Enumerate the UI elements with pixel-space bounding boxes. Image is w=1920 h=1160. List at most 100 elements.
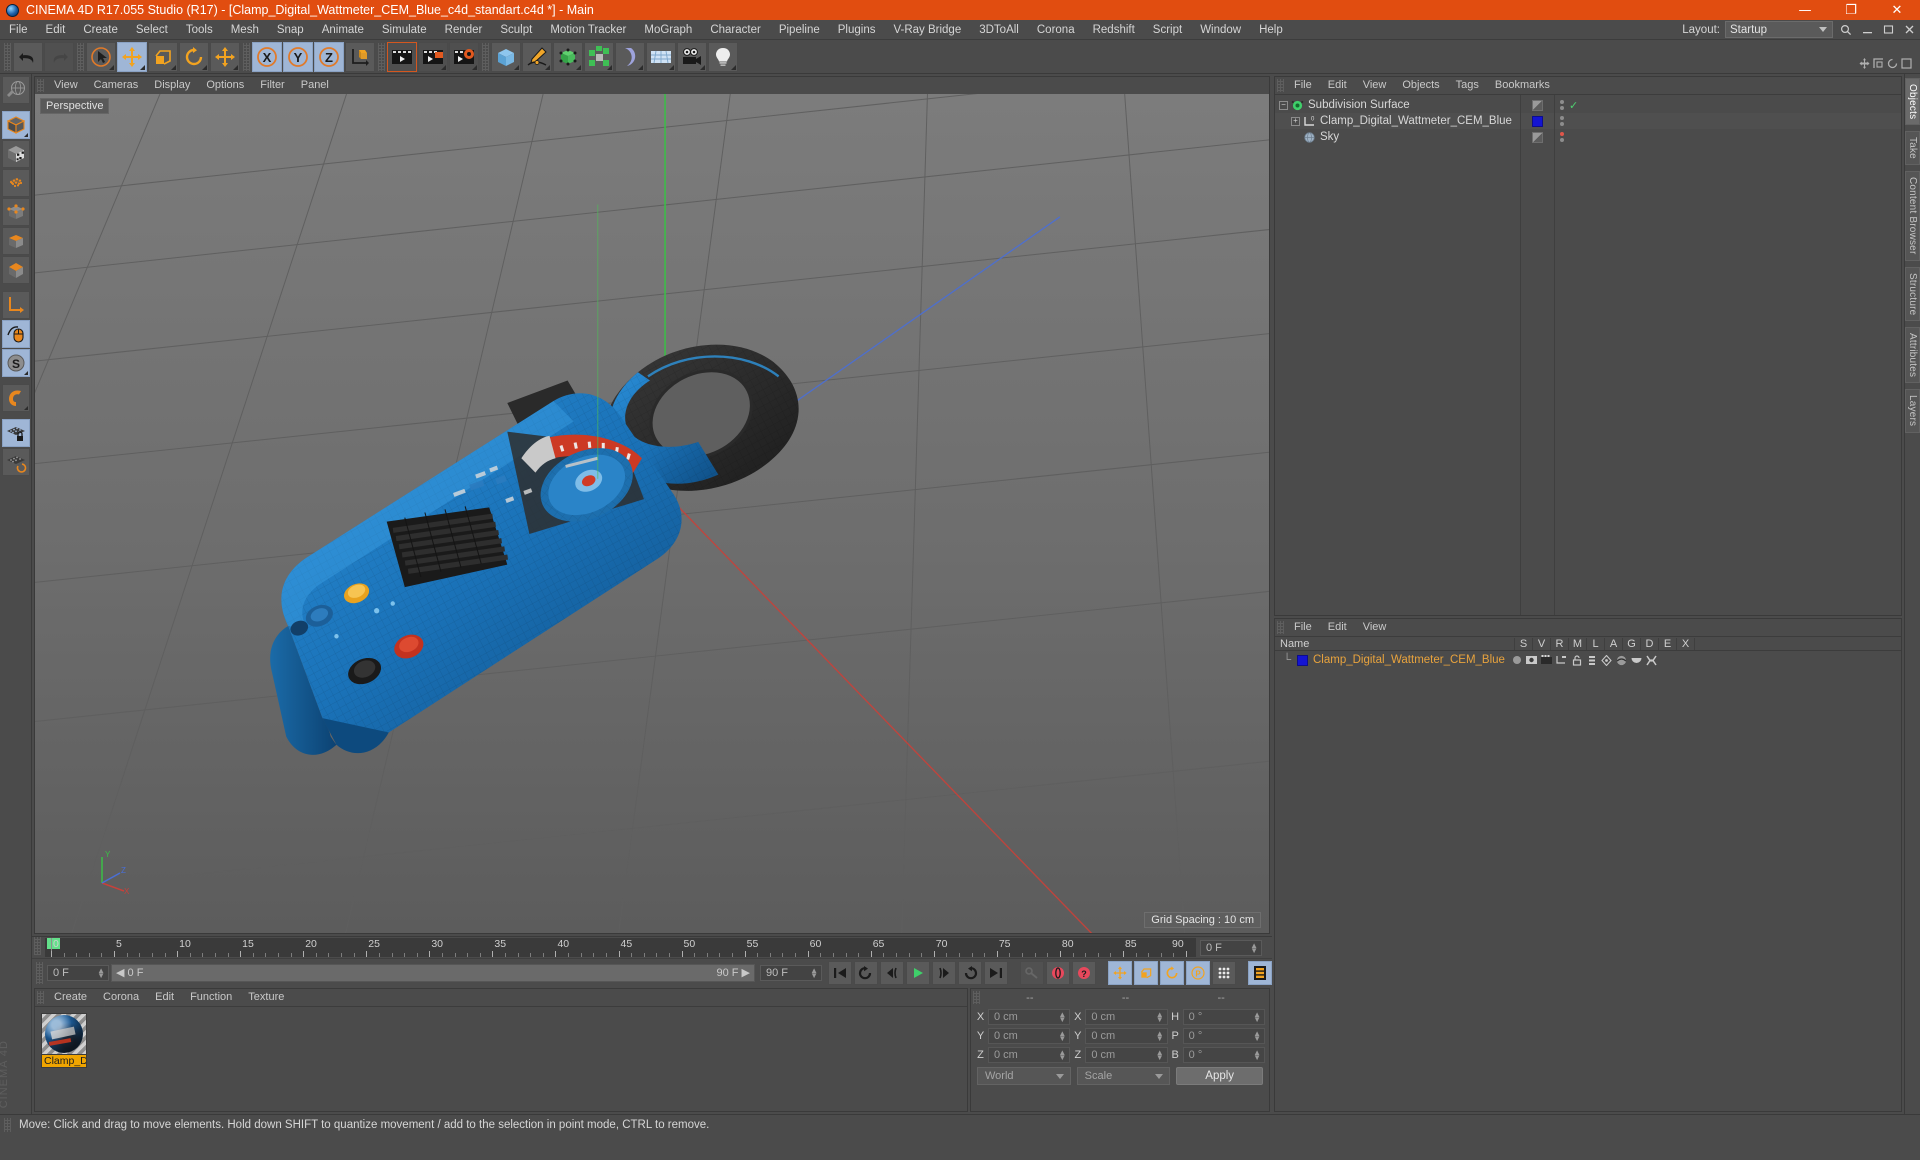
- spinner-icon[interactable]: ▲▼: [1253, 1031, 1261, 1041]
- attribute-menu-view[interactable]: View: [1355, 619, 1395, 636]
- display-tag-icon[interactable]: [1526, 654, 1538, 666]
- tab-layers[interactable]: Layers: [1905, 389, 1920, 432]
- coord-pos-x-field[interactable]: 0 cm▲▼: [988, 1009, 1070, 1025]
- material-menu-corona[interactable]: Corona: [95, 989, 147, 1006]
- material-item[interactable]: Clamp_D: [41, 1013, 87, 1111]
- points-mode-button[interactable]: [2, 169, 30, 197]
- attribute-row[interactable]: └ Clamp_Digital_Wattmeter_CEM_Blue: [1275, 652, 1901, 668]
- object-axis-mode-button[interactable]: [2, 256, 30, 284]
- object-tag-row-1[interactable]: [1521, 97, 1554, 113]
- object-tag-row-2[interactable]: [1521, 113, 1554, 129]
- tool-options-corner[interactable]: [24, 406, 28, 410]
- menu-item-animate[interactable]: Animate: [313, 20, 373, 40]
- tab-take[interactable]: Take: [1905, 131, 1920, 165]
- tool-options-corner[interactable]: [607, 65, 612, 70]
- col-header-r[interactable]: R: [1551, 638, 1569, 650]
- tool-options-corner[interactable]: [171, 65, 176, 70]
- window-minimize-icon[interactable]: [1859, 22, 1875, 38]
- workplane-button[interactable]: [2, 448, 30, 476]
- material-tag-icon[interactable]: [1532, 116, 1543, 127]
- col-header-g[interactable]: G: [1623, 638, 1641, 650]
- tool-options-corner[interactable]: [669, 65, 674, 70]
- menu-item-plugins[interactable]: Plugins: [829, 20, 885, 40]
- record-scale-button[interactable]: [1134, 961, 1158, 985]
- render-settings-button[interactable]: [449, 42, 479, 72]
- window-close-icon[interactable]: [1901, 22, 1917, 38]
- live-selection-tool[interactable]: [86, 42, 116, 72]
- viewport-rotate-icon[interactable]: [1887, 58, 1898, 69]
- enabled-check-icon[interactable]: ✓: [1569, 99, 1578, 112]
- spinner-icon[interactable]: ▲▼: [810, 968, 818, 978]
- timeline-grip[interactable]: [34, 937, 41, 955]
- spinner-icon[interactable]: ▲▼: [1058, 1031, 1066, 1041]
- rotate-tool[interactable]: [179, 42, 209, 72]
- make-editable-button[interactable]: [2, 76, 30, 104]
- menu-item-script[interactable]: Script: [1144, 20, 1191, 40]
- list-icon[interactable]: [1586, 654, 1598, 666]
- viewport-menu-view[interactable]: View: [46, 77, 86, 94]
- material-sphere-preview[interactable]: [41, 1013, 87, 1055]
- timeline-toggle-button[interactable]: [1248, 961, 1272, 985]
- material-menu-grip[interactable]: [37, 991, 44, 1004]
- menu-item-mograph[interactable]: MoGraph: [635, 20, 701, 40]
- xpresso-icon[interactable]: [1646, 654, 1658, 666]
- lock-y-axis-button[interactable]: Y: [283, 42, 313, 72]
- record-position-button[interactable]: [1108, 961, 1132, 985]
- spinner-icon[interactable]: ▲▼: [1253, 1050, 1261, 1060]
- coord-rot-b-field[interactable]: 0 °▲▼: [1183, 1047, 1265, 1063]
- redo-button[interactable]: [44, 42, 74, 72]
- attribute-menu-file[interactable]: File: [1286, 619, 1320, 636]
- record-active-objects-button[interactable]: [1046, 961, 1070, 985]
- add-cube-button[interactable]: [491, 42, 521, 72]
- toolbar-grip[interactable]: [4, 43, 11, 71]
- visibility-dots[interactable]: [1555, 116, 1569, 126]
- menu-item-render[interactable]: Render: [436, 20, 492, 40]
- toolbar-grip-5[interactable]: [482, 43, 489, 71]
- object-menu-grip[interactable]: [1277, 79, 1284, 92]
- col-header-d[interactable]: D: [1641, 638, 1659, 650]
- tool-options-corner[interactable]: [731, 65, 736, 70]
- tab-structure[interactable]: Structure: [1905, 267, 1920, 321]
- texture-mode-button[interactable]: [2, 140, 30, 168]
- dot-grey-icon[interactable]: [1511, 654, 1523, 666]
- menu-item-pipeline[interactable]: Pipeline: [770, 20, 829, 40]
- object-row-clamp-digital-wattmeter[interactable]: + 0 Clamp_Digital_Wattmeter_CEM_Blue: [1275, 113, 1520, 129]
- undo-button[interactable]: [13, 42, 43, 72]
- menu-item-motion-tracker[interactable]: Motion Tracker: [541, 20, 635, 40]
- col-header-m[interactable]: M: [1569, 638, 1587, 650]
- coordinates-grip[interactable]: [973, 991, 980, 1004]
- material-menu-function[interactable]: Function: [182, 989, 240, 1006]
- transport-grip[interactable]: [36, 962, 43, 984]
- next-key-button[interactable]: [958, 961, 982, 985]
- render-to-picture-viewer-button[interactable]: [418, 42, 448, 72]
- object-manager-body[interactable]: − Subdivision Surface + 0: [1275, 94, 1901, 615]
- object-row-subdivision-surface[interactable]: − Subdivision Surface: [1275, 97, 1520, 113]
- add-scene-button[interactable]: [646, 42, 676, 72]
- object-row-sky[interactable]: Sky: [1275, 129, 1520, 145]
- apply-button[interactable]: Apply: [1176, 1067, 1263, 1085]
- viewport-menu-options[interactable]: Options: [198, 77, 252, 94]
- display-tag-icon[interactable]: [1532, 100, 1543, 111]
- move-tool[interactable]: [117, 42, 147, 72]
- col-header-a[interactable]: A: [1605, 638, 1623, 650]
- magnet-button[interactable]: [2, 384, 30, 412]
- viewport-menu-cameras[interactable]: Cameras: [86, 77, 147, 94]
- coord-size-x-field[interactable]: 0 cm▲▼: [1085, 1009, 1167, 1025]
- preview-end-frame-field[interactable]: 90 F ▲▼: [760, 965, 822, 981]
- add-spline-button[interactable]: [522, 42, 552, 72]
- range-next-arrow-icon[interactable]: ▶: [742, 967, 750, 979]
- object-tag-row-3[interactable]: [1521, 129, 1554, 145]
- window-close-button[interactable]: ✕: [1874, 0, 1920, 20]
- status-grip[interactable]: [4, 1118, 11, 1132]
- viewport-menu-grip[interactable]: [37, 79, 44, 92]
- keyframe-selection-button[interactable]: [1212, 961, 1236, 985]
- object-menu-tags[interactable]: Tags: [1448, 77, 1487, 94]
- step-forward-button[interactable]: [932, 961, 956, 985]
- attribute-menu-grip[interactable]: [1277, 621, 1284, 634]
- menu-item-corona[interactable]: Corona: [1028, 20, 1084, 40]
- snap-button[interactable]: S: [2, 349, 30, 377]
- col-header-x[interactable]: X: [1677, 638, 1695, 650]
- hierarchy-icon[interactable]: [1556, 654, 1568, 666]
- viewport-menu-filter[interactable]: Filter: [252, 77, 292, 94]
- col-header-name[interactable]: Name: [1275, 638, 1515, 650]
